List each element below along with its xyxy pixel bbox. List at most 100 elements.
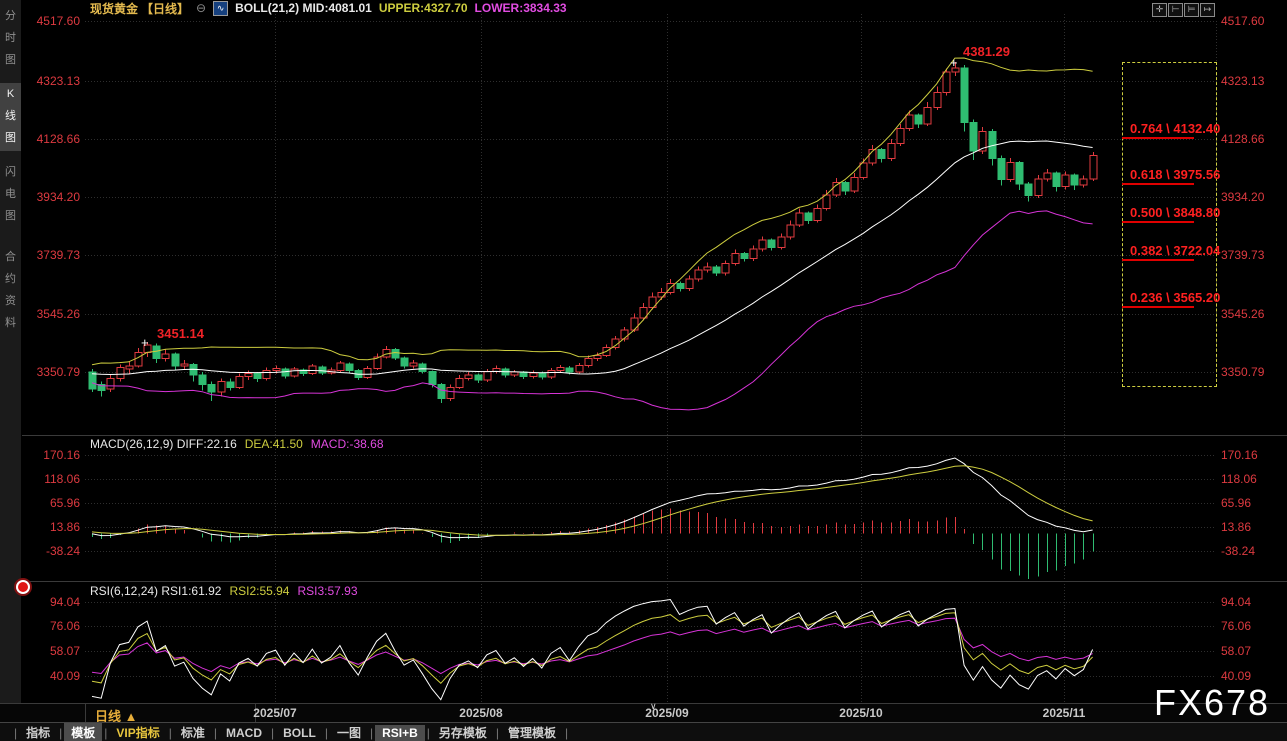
toolbar-separator: | bbox=[368, 726, 375, 740]
indicator-toolbar: |指标|模板|VIP指标|标准|MACD|BOLL|一图|RSI+B|另存模板|… bbox=[0, 722, 1287, 741]
toolbar-separator: | bbox=[269, 726, 276, 740]
toolbar-item-指标[interactable]: 指标 bbox=[19, 723, 57, 741]
toolbar-item-另存模板[interactable]: 另存模板 bbox=[432, 723, 494, 741]
rsi-axis-label: 58.07 bbox=[1221, 644, 1285, 658]
peak-marker-icon: + bbox=[950, 55, 958, 70]
macd-axis-label: 65.96 bbox=[1221, 496, 1285, 510]
fib-level-label: 0.236 \ 3565.20 bbox=[1122, 290, 1215, 305]
fib-level: 0.382 \ 3722.04 bbox=[1122, 243, 1215, 261]
toolbar-separator: | bbox=[212, 726, 219, 740]
boll-upper-line bbox=[92, 58, 1093, 365]
chart-icon: ∿ bbox=[213, 1, 228, 16]
rsi-axis-label: 76.06 bbox=[18, 619, 80, 633]
toolbar-item-MACD[interactable]: MACD bbox=[219, 725, 269, 741]
macd-axis-label: -38.24 bbox=[1221, 544, 1285, 558]
macd-axis-label: 170.16 bbox=[18, 448, 80, 462]
rsi-axis-label: 40.09 bbox=[18, 669, 80, 683]
axis-left-icon[interactable]: ⊢ bbox=[1168, 3, 1183, 17]
boll-lower-value: LOWER:3834.33 bbox=[475, 1, 567, 15]
axis-right-icon[interactable]: ⊨ bbox=[1184, 3, 1199, 17]
toolbar-item-管理模板[interactable]: 管理模板 bbox=[501, 723, 563, 741]
chart-canvas[interactable] bbox=[0, 0, 1287, 741]
month-label: 2025/07 bbox=[235, 706, 315, 720]
price-axis-label: 4323.13 bbox=[18, 74, 80, 88]
month-label: 2025/11 bbox=[1024, 706, 1104, 720]
fib-level-label: 0.618 \ 3975.56 bbox=[1122, 167, 1215, 182]
fib-level-label: 0.382 \ 3722.04 bbox=[1122, 243, 1215, 258]
peak-price-label: 4381.29 bbox=[963, 44, 1010, 59]
main-chart-header: 现货黄金 【日线】 ⊖ ∿ BOLL(21,2) MID:4081.01 UPP… bbox=[90, 1, 567, 15]
month-label: 2025/09 bbox=[627, 706, 707, 720]
toolbar-separator: | bbox=[57, 726, 64, 740]
panel-separator bbox=[22, 581, 1287, 582]
fx678-watermark: FX678 bbox=[1154, 682, 1270, 724]
price-axis-label: 4128.66 bbox=[18, 132, 80, 146]
boll-params: BOLL(21,2) MID:4081.01 bbox=[235, 1, 372, 15]
boll-mid-line bbox=[92, 141, 1093, 375]
trading-app-window: 分 时 图K 线 图闪 电 图合 约 资 料 现货黄金 【日线】 ⊖ ∿ BOL… bbox=[0, 0, 1287, 741]
fib-level-label: 0.500 \ 3848.80 bbox=[1122, 205, 1215, 220]
price-axis-label: 3739.73 bbox=[18, 248, 80, 262]
fib-level: 0.500 \ 3848.80 bbox=[1122, 205, 1215, 223]
month-label: 2025/10 bbox=[821, 706, 901, 720]
hot-indicator-icon[interactable] bbox=[18, 582, 28, 592]
price-axis-label: 4517.60 bbox=[18, 14, 80, 28]
price-axis-label: 4517.60 bbox=[1221, 14, 1285, 28]
macd-axis-label: 65.96 bbox=[18, 496, 80, 510]
fib-level: 0.618 \ 3975.56 bbox=[1122, 167, 1215, 185]
price-axis-label: 4323.13 bbox=[1221, 74, 1285, 88]
toolbar-separator: | bbox=[323, 726, 330, 740]
rsi-axis-label: 40.09 bbox=[1221, 669, 1285, 683]
export-icon[interactable]: ↦ bbox=[1200, 3, 1215, 17]
fibonacci-retracement-box[interactable] bbox=[1122, 62, 1217, 387]
rsi-axis-label: 58.07 bbox=[18, 644, 80, 658]
month-label: 2025/08 bbox=[441, 706, 521, 720]
toolbar-item-RSI+B[interactable]: RSI+B bbox=[375, 725, 425, 741]
price-axis-label: 3934.20 bbox=[18, 190, 80, 204]
fib-level-label: 0.764 \ 4132.40 bbox=[1122, 121, 1215, 136]
boll-upper-value: UPPER:4327.70 bbox=[379, 1, 468, 15]
candlestick-series bbox=[89, 62, 1097, 403]
symbol-title: 现货黄金 bbox=[90, 0, 138, 17]
toolbar-item-标准[interactable]: 标准 bbox=[174, 723, 212, 741]
toolbar-item-BOLL[interactable]: BOLL bbox=[276, 725, 323, 741]
price-axis-label: 3934.20 bbox=[1221, 190, 1285, 204]
panel-separator bbox=[22, 435, 1287, 436]
price-axis-label: 3739.73 bbox=[1221, 248, 1285, 262]
toolbar-item-模板[interactable]: 模板 bbox=[64, 723, 102, 741]
fib-level-line bbox=[1122, 259, 1194, 261]
rsi3-value: RSI3:57.93 bbox=[297, 584, 357, 598]
toolbar-separator: | bbox=[425, 726, 432, 740]
toolbar-separator: | bbox=[167, 726, 174, 740]
price-axis-label: 3545.26 bbox=[1221, 307, 1285, 321]
macd-header: MACD(26,12,9) DIFF:22.16 DEA:41.50 MACD:… bbox=[90, 437, 384, 451]
macd-axis-label: 170.16 bbox=[1221, 448, 1285, 462]
price-axis-label: 3350.79 bbox=[18, 365, 80, 379]
toolbar-separator: | bbox=[12, 726, 19, 740]
macd-value: MACD:-38.68 bbox=[311, 437, 384, 451]
rsi2-line bbox=[92, 613, 1093, 684]
price-axis-label: 3350.79 bbox=[1221, 365, 1285, 379]
dea-value: DEA:41.50 bbox=[245, 437, 303, 451]
toolbar-separator: | bbox=[563, 726, 570, 740]
macd-axis-label: 13.86 bbox=[18, 520, 80, 534]
rsi-axis-label: 94.04 bbox=[1221, 595, 1285, 609]
date-axis: 日线 ▲ ∨ 2025/072025/082025/092025/102025/… bbox=[0, 703, 1287, 723]
macd-diff-line bbox=[92, 458, 1093, 538]
rsi-header: RSI(6,12,24) RSI1:61.92 RSI2:55.94 RSI3:… bbox=[90, 584, 358, 598]
macd-axis-label: 118.06 bbox=[1221, 472, 1285, 486]
toolbar-item-一图[interactable]: 一图 bbox=[330, 723, 368, 741]
swing-marker-icon: + bbox=[141, 335, 149, 350]
fib-level: 0.236 \ 3565.20 bbox=[1122, 290, 1215, 308]
rsi-axis-label: 94.04 bbox=[18, 595, 80, 609]
macd-dea-line bbox=[92, 466, 1093, 536]
fib-level-line bbox=[1122, 306, 1194, 308]
crosshair-icon[interactable]: ✛ bbox=[1152, 3, 1167, 17]
macd-axis-label: 13.86 bbox=[1221, 520, 1285, 534]
collapse-icon[interactable]: ⊖ bbox=[196, 1, 206, 15]
rsi2-value: RSI2:55.94 bbox=[229, 584, 289, 598]
toolbar-item-VIP指标[interactable]: VIP指标 bbox=[109, 723, 166, 741]
price-axis-label: 4128.66 bbox=[1221, 132, 1285, 146]
fib-level-line bbox=[1122, 221, 1194, 223]
fib-level-line bbox=[1122, 183, 1194, 185]
